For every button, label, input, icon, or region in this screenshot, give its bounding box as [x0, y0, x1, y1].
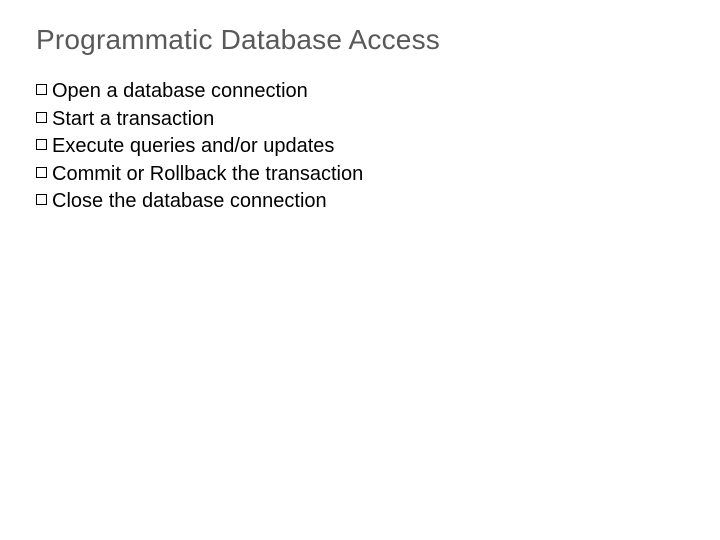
list-item: Execute queries and/or updates	[36, 133, 684, 161]
bullet-list: Open a database connection Start a trans…	[36, 78, 684, 216]
slide: Programmatic Database Access Open a data…	[0, 0, 720, 540]
list-item: Start a transaction	[36, 106, 684, 134]
list-item-text: Start a transaction	[52, 106, 214, 134]
square-bullet-icon	[36, 84, 47, 95]
square-bullet-icon	[36, 139, 47, 150]
list-item-text: Execute queries and/or updates	[52, 133, 334, 161]
list-item: Commit or Rollback the transaction	[36, 161, 684, 189]
slide-title: Programmatic Database Access	[36, 24, 684, 56]
list-item-text: Commit or Rollback the transaction	[52, 161, 363, 189]
list-item: Open a database connection	[36, 78, 684, 106]
square-bullet-icon	[36, 167, 47, 178]
list-item-text: Open a database connection	[52, 78, 308, 106]
square-bullet-icon	[36, 112, 47, 123]
list-item-text: Close the database connection	[52, 188, 327, 216]
square-bullet-icon	[36, 194, 47, 205]
list-item: Close the database connection	[36, 188, 684, 216]
